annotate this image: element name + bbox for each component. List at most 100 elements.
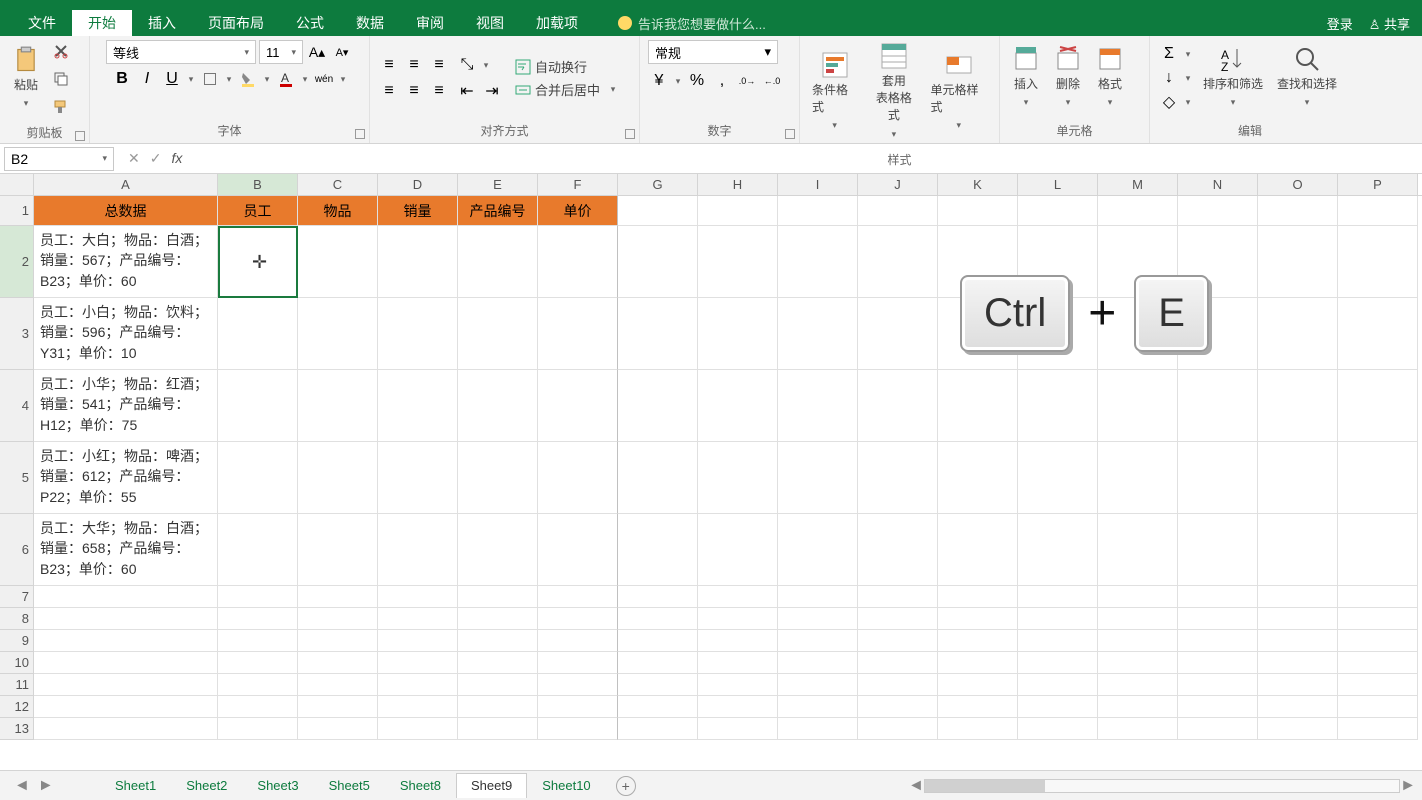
cell-N6[interactable] xyxy=(1178,514,1258,586)
cell-L5[interactable] xyxy=(1018,442,1098,514)
fill-button[interactable]: ↓ xyxy=(1158,67,1180,89)
cell-J9[interactable] xyxy=(858,630,938,652)
cell-G8[interactable] xyxy=(618,608,698,630)
col-header-O[interactable]: O xyxy=(1258,174,1338,195)
cell-N12[interactable] xyxy=(1178,696,1258,718)
tab-page-layout[interactable]: 页面布局 xyxy=(192,10,280,36)
borders-button[interactable] xyxy=(199,68,221,90)
cell-D7[interactable] xyxy=(378,586,458,608)
cell-I7[interactable] xyxy=(778,586,858,608)
row-header-9[interactable]: 9 xyxy=(0,630,34,652)
paste-button[interactable]: 粘贴 ▾ xyxy=(8,44,44,115)
add-sheet-button[interactable]: + xyxy=(616,776,636,796)
cell-P1[interactable] xyxy=(1338,196,1418,226)
cell-G1[interactable] xyxy=(618,196,698,226)
cell-G9[interactable] xyxy=(618,630,698,652)
cell-F11[interactable] xyxy=(538,674,618,696)
cell-E5[interactable] xyxy=(458,442,538,514)
cell-E9[interactable] xyxy=(458,630,538,652)
accounting-format-button[interactable]: ¥ xyxy=(648,70,670,92)
cut-button[interactable] xyxy=(50,40,72,62)
cell-E1[interactable]: 产品编号 xyxy=(458,196,538,226)
cell-I5[interactable] xyxy=(778,442,858,514)
select-all-corner[interactable] xyxy=(0,174,34,195)
sheet-tab-sheet5[interactable]: Sheet5 xyxy=(314,773,385,798)
cell-N1[interactable] xyxy=(1178,196,1258,226)
cell-F6[interactable] xyxy=(538,514,618,586)
cell-C3[interactable] xyxy=(298,298,378,370)
cell-B11[interactable] xyxy=(218,674,298,696)
cell-B4[interactable] xyxy=(218,370,298,442)
cell-F8[interactable] xyxy=(538,608,618,630)
cell-N5[interactable] xyxy=(1178,442,1258,514)
cell-J13[interactable] xyxy=(858,718,938,740)
insert-cells-button[interactable]: 插入▾ xyxy=(1008,43,1044,114)
cell-O13[interactable] xyxy=(1258,718,1338,740)
decrease-decimal-button[interactable]: ←.0 xyxy=(761,70,783,92)
cell-D4[interactable] xyxy=(378,370,458,442)
cell-J12[interactable] xyxy=(858,696,938,718)
cell-K11[interactable] xyxy=(938,674,1018,696)
cell-I9[interactable] xyxy=(778,630,858,652)
row-header-6[interactable]: 6 xyxy=(0,514,34,586)
cell-O7[interactable] xyxy=(1258,586,1338,608)
cell-A10[interactable] xyxy=(34,652,218,674)
cell-E7[interactable] xyxy=(458,586,538,608)
sheet-nav-next[interactable]: ► xyxy=(38,777,54,795)
cell-D12[interactable] xyxy=(378,696,458,718)
align-middle-button[interactable]: ≡ xyxy=(403,54,425,76)
cell-N8[interactable] xyxy=(1178,608,1258,630)
sheet-tab-sheet1[interactable]: Sheet1 xyxy=(100,773,171,798)
cell-H9[interactable] xyxy=(698,630,778,652)
cell-P4[interactable] xyxy=(1338,370,1418,442)
align-top-button[interactable]: ≡ xyxy=(378,54,400,76)
find-select-button[interactable]: 查找和选择▾ xyxy=(1273,43,1341,114)
sort-filter-button[interactable]: AZ排序和筛选▾ xyxy=(1199,43,1267,114)
italic-button[interactable]: I xyxy=(136,68,158,90)
cell-A2[interactable]: 员工：大白；物品：白酒；销量：567；产品编号：B23；单价：60 xyxy=(34,226,218,298)
percent-button[interactable]: % xyxy=(686,70,708,92)
col-header-D[interactable]: D xyxy=(378,174,458,195)
cell-P13[interactable] xyxy=(1338,718,1418,740)
cell-K5[interactable] xyxy=(938,442,1018,514)
horizontal-scrollbar[interactable]: ◄ ► xyxy=(902,778,1422,794)
cell-C10[interactable] xyxy=(298,652,378,674)
tab-review[interactable]: 审阅 xyxy=(400,10,460,36)
cell-J2[interactable] xyxy=(858,226,938,298)
col-header-C[interactable]: C xyxy=(298,174,378,195)
format-painter-button[interactable] xyxy=(50,96,72,118)
cell-H7[interactable] xyxy=(698,586,778,608)
cell-J4[interactable] xyxy=(858,370,938,442)
increase-indent-button[interactable]: ⇥ xyxy=(481,80,503,102)
cell-E3[interactable] xyxy=(458,298,538,370)
wrap-text-button[interactable]: 自动换行 xyxy=(515,57,618,76)
cell-I13[interactable] xyxy=(778,718,858,740)
cell-L4[interactable] xyxy=(1018,370,1098,442)
cell-O4[interactable] xyxy=(1258,370,1338,442)
cell-M10[interactable] xyxy=(1098,652,1178,674)
name-box[interactable]: B2▾ xyxy=(4,147,114,171)
col-header-J[interactable]: J xyxy=(858,174,938,195)
cell-O5[interactable] xyxy=(1258,442,1338,514)
cell-I2[interactable] xyxy=(778,226,858,298)
cell-N9[interactable] xyxy=(1178,630,1258,652)
cell-E10[interactable] xyxy=(458,652,538,674)
conditional-format-button[interactable]: 条件格式▾ xyxy=(808,49,861,137)
col-header-F[interactable]: F xyxy=(538,174,618,195)
cell-E2[interactable] xyxy=(458,226,538,298)
cell-D13[interactable] xyxy=(378,718,458,740)
cell-F10[interactable] xyxy=(538,652,618,674)
row-header-5[interactable]: 5 xyxy=(0,442,34,514)
align-left-button[interactable]: ≡ xyxy=(378,80,400,102)
sheet-nav-prev[interactable]: ◄ xyxy=(14,777,30,795)
cell-C8[interactable] xyxy=(298,608,378,630)
col-header-H[interactable]: H xyxy=(698,174,778,195)
cell-F12[interactable] xyxy=(538,696,618,718)
row-header-12[interactable]: 12 xyxy=(0,696,34,718)
cell-O9[interactable] xyxy=(1258,630,1338,652)
cell-J11[interactable] xyxy=(858,674,938,696)
bold-button[interactable]: B xyxy=(111,68,133,90)
table-format-button[interactable]: 套用 表格格式▾ xyxy=(867,40,920,145)
cell-A12[interactable] xyxy=(34,696,218,718)
tab-home[interactable]: 开始 xyxy=(72,10,132,36)
